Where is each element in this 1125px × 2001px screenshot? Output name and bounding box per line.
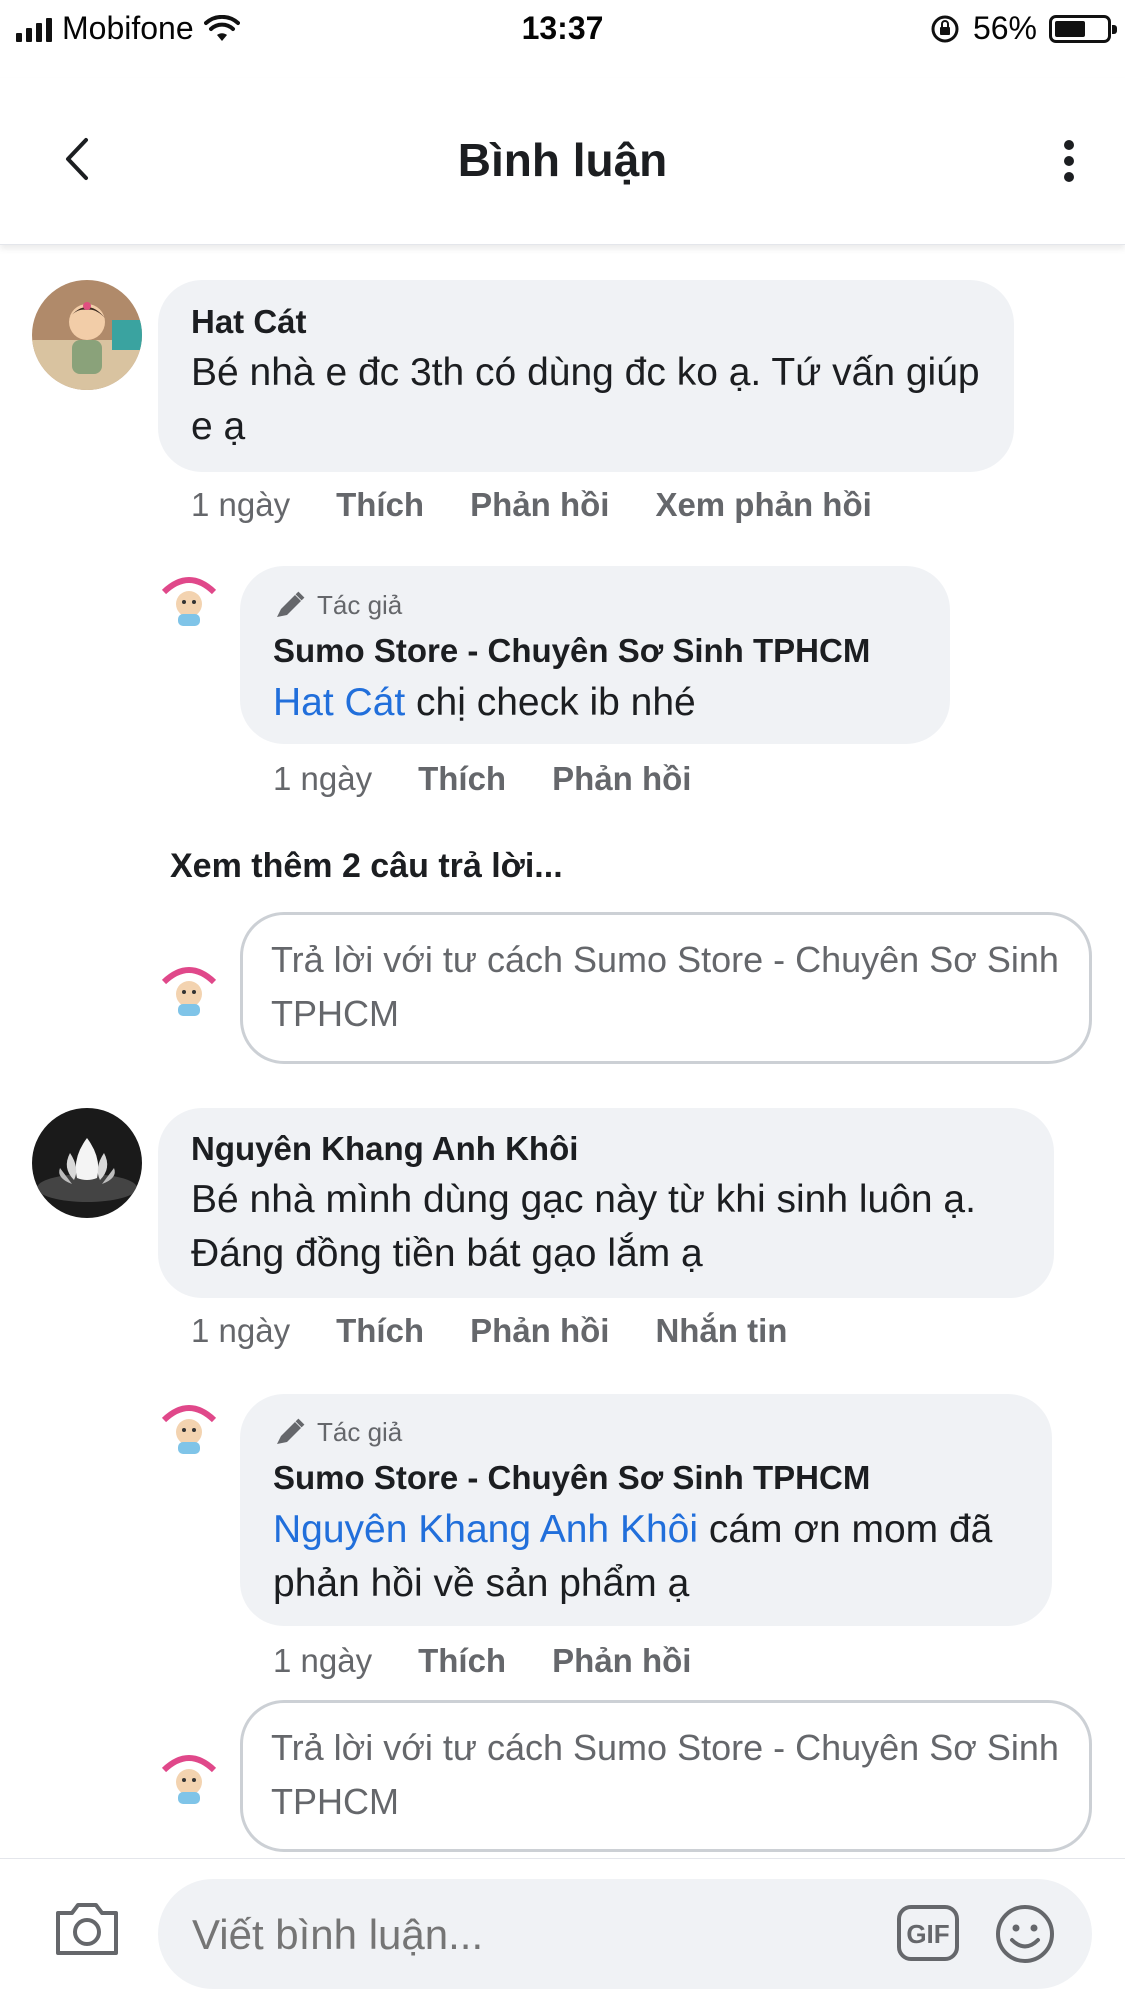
page-avatar [156, 956, 222, 1022]
like-button[interactable]: Thích [336, 1312, 424, 1350]
reply-button[interactable]: Phản hồi [470, 1312, 609, 1350]
pencil-icon [277, 591, 305, 617]
reply-actions: 1 ngày Thích Phản hồi [273, 760, 691, 798]
author-badge: Tác giả [273, 590, 402, 621]
comment-composer: GIF [158, 1879, 1092, 1991]
gif-label: GIF [906, 1919, 949, 1949]
gif-icon: GIF [897, 1905, 959, 1961]
gif-button[interactable]: GIF [896, 1904, 960, 1962]
page-avatar[interactable] [156, 566, 222, 632]
page-avatar [156, 1744, 222, 1810]
orientation-lock-icon [931, 15, 959, 42]
reply-actions: 1 ngày Thích Phản hồi [273, 1642, 691, 1680]
more-vertical-icon[interactable] [1049, 136, 1089, 186]
page-title: Bình luận [457, 134, 668, 186]
mention-link[interactable]: Hat Cát [273, 681, 405, 724]
pencil-icon [277, 1418, 305, 1444]
reply-button[interactable]: Phản hồi [552, 760, 691, 798]
mention-link[interactable]: Nguyên Khang Anh Khôi [273, 1508, 698, 1551]
reply-author[interactable]: Sumo Store - Chuyên Sơ Sinh TPHCM [273, 632, 870, 670]
reply-time: 1 ngày [273, 760, 373, 797]
message-button[interactable]: Nhắn tin [655, 1312, 787, 1350]
reply-input[interactable]: Trả lời với tư cách Sumo Store - Chuyên … [240, 1700, 1092, 1852]
comment-actions: 1 ngày Thích Phản hồi Xem phản hồi [191, 486, 872, 524]
author-badge-label: Tác giả [317, 590, 403, 620]
reply-text: Hat Cát chị check ib nhé [273, 676, 933, 730]
like-button[interactable]: Thích [418, 1642, 506, 1680]
comment-text: Bé nhà e đc 3th có dùng đc ko ạ. Tứ vấn … [191, 351, 980, 448]
reply-input[interactable]: Trả lời với tư cách Sumo Store - Chuyên … [240, 912, 1092, 1064]
reply-body: chị check ib nhé [405, 681, 696, 724]
comment-author[interactable]: Nguyên Khang Anh Khôi [191, 1130, 578, 1168]
page-avatar[interactable] [156, 1394, 222, 1460]
view-replies-button[interactable]: Xem phản hồi [655, 486, 871, 524]
comment-input[interactable] [190, 1879, 794, 1991]
like-button[interactable]: Thích [336, 486, 424, 524]
view-more-replies-link[interactable]: Xem thêm 2 câu trả lời... [170, 847, 563, 886]
emoji-icon[interactable] [994, 1903, 1056, 1965]
reply-button[interactable]: Phản hồi [470, 486, 609, 524]
status-bar: Mobifone 13:37 56% [0, 0, 1125, 60]
reply-author[interactable]: Sumo Store - Chuyên Sơ Sinh TPHCM [273, 1459, 870, 1497]
comment-time: 1 ngày [191, 1312, 291, 1349]
author-badge: Tác giả [273, 1417, 402, 1448]
comment-text: Bé nhà mình dùng gạc này từ khi sinh luô… [191, 1178, 976, 1275]
reply-button[interactable]: Phản hồi [552, 1642, 691, 1680]
comment-time: 1 ngày [191, 486, 291, 523]
comment-author[interactable]: Hat Cát [191, 303, 307, 341]
header: Bình luận [0, 78, 1125, 245]
battery-icon [1049, 14, 1117, 43]
avatar[interactable] [32, 1108, 142, 1218]
reply-text: Nguyên Khang Anh Khôi cám ơn mom đã phản… [273, 1503, 1033, 1611]
avatar[interactable] [32, 280, 142, 390]
like-button[interactable]: Thích [418, 760, 506, 798]
author-badge-label: Tác giả [317, 1417, 403, 1447]
comment-actions: 1 ngày Thích Phản hồi Nhắn tin [191, 1312, 787, 1350]
reply-time: 1 ngày [273, 1642, 373, 1679]
camera-icon[interactable] [52, 1899, 122, 1959]
battery-percent: 56% [972, 10, 1037, 46]
comment-composer-bar: GIF [0, 1858, 1125, 2001]
